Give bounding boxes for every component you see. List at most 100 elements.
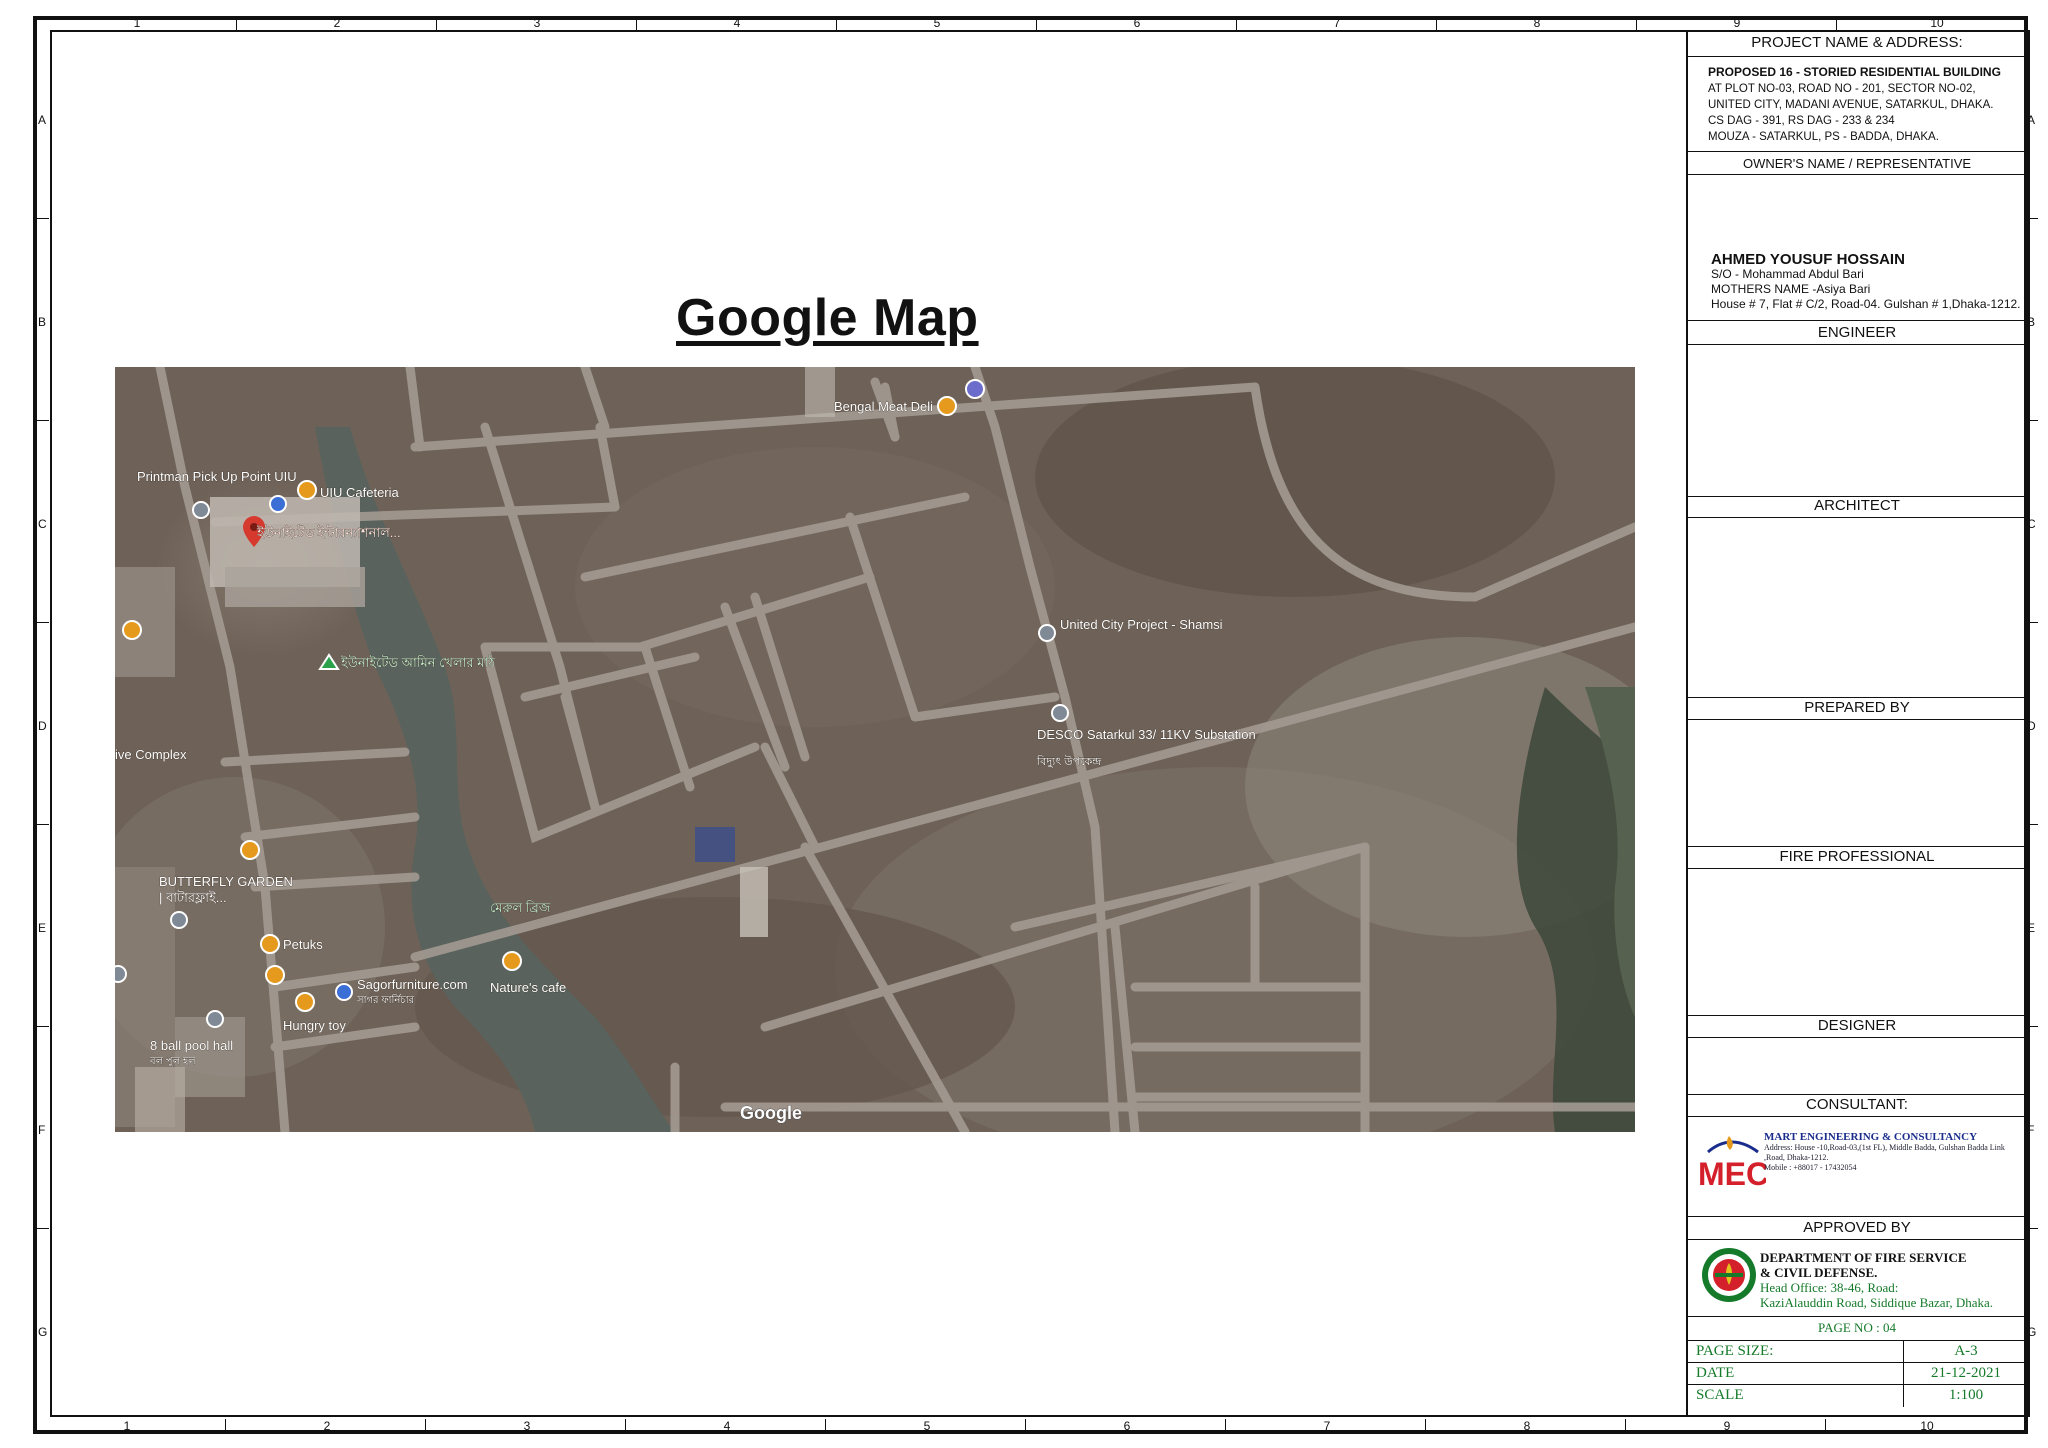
row-label: B <box>2027 315 2036 329</box>
map-label: UIU Cafeteria <box>320 485 400 500</box>
map-label: Petuks <box>283 937 323 952</box>
map-label: Bengal Meat Deli <box>834 399 933 414</box>
row-label: G <box>2027 1325 2037 1339</box>
map-pin-gray-icon[interactable] <box>170 911 188 929</box>
project-line: CS DAG - 391, RS DAG - 233 & 234 <box>1708 115 1895 127</box>
project-header: PROJECT NAME & ADDRESS: <box>1688 34 2026 57</box>
satellite-map[interactable]: Printman Pick Up Point UIU UIU Cafeteria… <box>115 367 1635 1132</box>
map-label: United City Project - Shamsi <box>1060 617 1223 632</box>
project-details: PROPOSED 16 - STORIED RESIDENTIAL BUILDI… <box>1708 64 2001 145</box>
scale-value: 1:100 <box>1948 1387 1984 1403</box>
scale-row: SCALE 1:100 <box>1688 1384 2026 1407</box>
map-pin-blue-icon[interactable] <box>335 983 353 1001</box>
row-label: C <box>2027 517 2036 531</box>
map-label: ইউনাইটেড ইন্টারন্যাশনাল... <box>256 525 401 540</box>
map-pin-orange-icon[interactable] <box>937 396 957 416</box>
col-label: 10 <box>1930 16 1944 30</box>
map-pin-orange-icon[interactable] <box>122 620 142 640</box>
page-size-value: A-3 <box>1954 1343 1978 1359</box>
col-label: 6 <box>1123 1419 1131 1433</box>
col-label: 9 <box>1733 16 1741 30</box>
architect-header: ARCHITECT <box>1688 497 2026 518</box>
page-title: Google Map <box>676 289 979 347</box>
map-pin-blue-icon[interactable] <box>269 495 287 513</box>
col-label: 7 <box>1333 16 1341 30</box>
col-label: 8 <box>1523 1419 1531 1433</box>
approved-by-header: APPROVED BY <box>1688 1219 2026 1240</box>
page-size-row: PAGE SIZE: A-3 <box>1688 1340 2026 1363</box>
col-label: 7 <box>1323 1419 1331 1433</box>
fire-dept-line: DEPARTMENT OF FIRE SERVICE <box>1760 1250 1967 1265</box>
fire-service-emblem-icon <box>1702 1248 1756 1302</box>
row-label: F <box>2027 1123 2035 1137</box>
left-ruler: A B C D E F G <box>37 30 49 1417</box>
mec-address: Address: House -10,Road-03,(1st FL), Mid… <box>1764 1143 2005 1162</box>
col-label: 9 <box>1723 1419 1731 1433</box>
title-block: PROJECT NAME & ADDRESS: PROPOSED 16 - ST… <box>1686 30 2028 1417</box>
project-line: AT PLOT NO-03, ROAD NO - 201, SECTOR NO-… <box>1708 83 1976 95</box>
map-label: BUTTERFLY GARDEN <box>159 874 293 889</box>
map-pin-orange-icon[interactable] <box>265 965 285 985</box>
row-label: G <box>38 1325 48 1339</box>
col-label: 3 <box>533 16 541 30</box>
map-pin-gray-icon[interactable] <box>192 501 210 519</box>
row-label: F <box>38 1123 46 1137</box>
map-label: Sagorfurniture.com <box>357 977 468 992</box>
map-label: বিদ্যুৎ উপকেন্দ্র <box>1036 755 1102 768</box>
map-label: ive Complex <box>115 747 187 762</box>
fire-service-details: DEPARTMENT OF FIRE SERVICE & CIVIL DEFEN… <box>1760 1250 1993 1310</box>
map-label: সাগর ফার্নিচার <box>356 994 415 1006</box>
mec-logo: MEC <box>1698 1136 1766 1192</box>
date-label: DATE <box>1696 1365 1735 1381</box>
designer-header: DESIGNER <box>1688 1017 2026 1038</box>
owner-header: OWNER'S NAME / REPRESENTATIVE <box>1688 156 2026 175</box>
col-label: 1 <box>123 1419 131 1433</box>
row-label: B <box>38 315 47 329</box>
map-pin-orange-icon[interactable] <box>260 934 280 954</box>
engineer-header: ENGINEER <box>1688 324 2026 345</box>
row-label: E <box>2027 921 2036 935</box>
map-pin-orange-icon[interactable] <box>297 480 317 500</box>
map-label: Nature's cafe <box>490 980 566 995</box>
scale-label: SCALE <box>1696 1387 1744 1403</box>
fire-professional-header: FIRE PROFESSIONAL <box>1688 848 2026 869</box>
map-label: | বাটারফ্লাই... <box>159 890 227 905</box>
owner-name: AHMED YOUSUF HOSSAIN <box>1711 251 1905 268</box>
col-label: 2 <box>323 1419 331 1433</box>
col-label: 6 <box>1133 16 1141 30</box>
map-label: Hungry toy <box>283 1018 346 1033</box>
fire-address-line: Head Office: 38-46, Road: <box>1760 1280 1899 1295</box>
map-pin-gray-icon[interactable] <box>206 1010 224 1028</box>
owner-details: AHMED YOUSUF HOSSAIN S/O - Mohammad Abdu… <box>1711 252 2021 312</box>
map-pin-orange-icon[interactable] <box>240 840 260 860</box>
map-pin-orange-icon[interactable] <box>502 951 522 971</box>
col-label: 1 <box>133 16 141 30</box>
prepared-by-header: PREPARED BY <box>1688 699 2026 720</box>
mec-details: MART ENGINEERING & CONSULTANCY Address: … <box>1764 1132 2014 1173</box>
map-label: মেরুল ব্রিজ <box>490 900 551 915</box>
owner-line: House # 7, Flat # C/2, Road-04. Gulshan … <box>1711 297 2021 311</box>
mec-mobile: Mobile : +88017 - 17432054 <box>1764 1163 1857 1172</box>
row-label: D <box>2027 719 2036 733</box>
col-label: 4 <box>723 1419 731 1433</box>
map-pin-orange-icon[interactable] <box>295 992 315 1012</box>
page-size-label: PAGE SIZE: <box>1696 1343 1774 1359</box>
map-pin-gray-icon[interactable] <box>1038 624 1056 642</box>
col-label: 4 <box>733 16 741 30</box>
project-line: MOUZA - SATARKUL, PS - BADDA, DHAKA. <box>1708 131 1939 143</box>
row-label: C <box>38 517 47 531</box>
map-pin-gray-icon[interactable] <box>1051 704 1069 722</box>
map-label: Printman Pick Up Point UIU <box>137 469 297 484</box>
map-pin-blue-icon[interactable] <box>965 379 985 399</box>
map-label: বল পুল হল <box>149 1056 196 1067</box>
row-label: D <box>38 719 47 733</box>
date-value: 21-12-2021 <box>1931 1365 2001 1381</box>
row-label: A <box>2027 113 2036 127</box>
fire-address-line: KaziAlauddin Road, Siddique Bazar, Dhaka… <box>1760 1295 1994 1310</box>
col-label: 5 <box>923 1419 931 1433</box>
col-label: 3 <box>523 1419 531 1433</box>
mec-logo-text: MEC <box>1698 1156 1766 1192</box>
bottom-ruler: 1 2 3 4 5 6 7 8 9 10 <box>37 1419 2023 1433</box>
date-row: DATE 21-12-2021 <box>1688 1362 2026 1385</box>
map-pin-gray-icon[interactable] <box>115 965 127 983</box>
